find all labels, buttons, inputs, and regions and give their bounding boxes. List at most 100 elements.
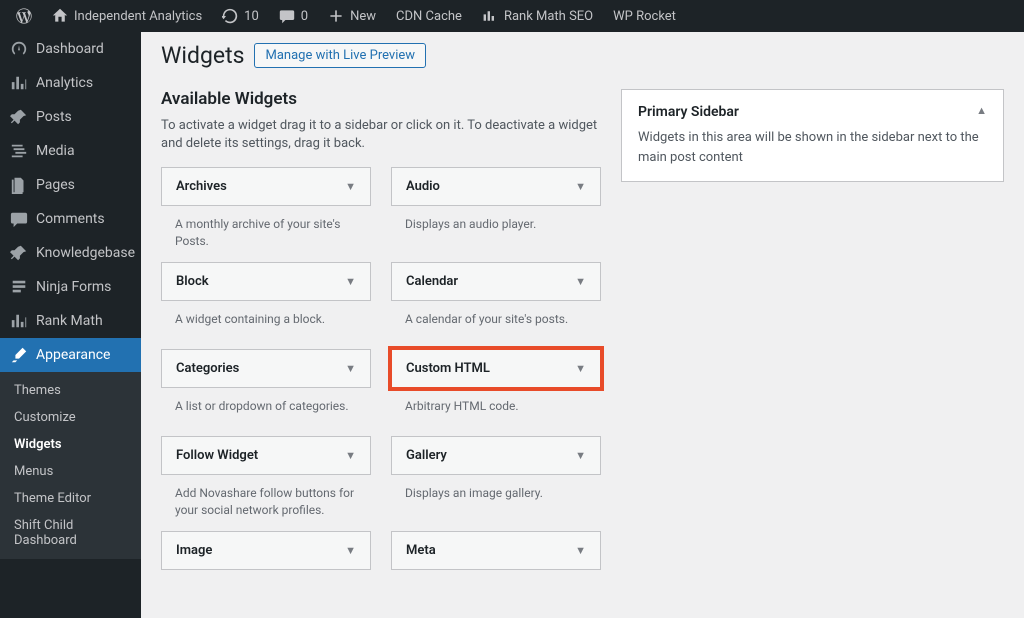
new-label: New [350, 9, 376, 24]
cdn-cache-link[interactable]: CDN Cache [388, 0, 470, 32]
home-icon [52, 8, 68, 24]
admin-toolbar: Independent Analytics 10 0 New CDN Cache… [0, 0, 1024, 32]
widget-image: Image ▼ [161, 531, 371, 610]
pages-icon [10, 176, 28, 194]
comments-link[interactable]: 0 [271, 0, 316, 32]
widget-desc: Add Novashare follow buttons for your so… [161, 475, 371, 523]
plus-icon [328, 8, 344, 24]
widget-meta: Meta▼ [391, 531, 601, 610]
form-icon [10, 278, 28, 296]
widget-head[interactable]: Follow Widget ▼ [161, 436, 371, 475]
widget-gallery: Gallery ▼ Displays an image gallery. [391, 436, 601, 523]
widget-head[interactable]: Gallery ▼ [391, 436, 601, 475]
widget-archives: Archives ▼ A monthly archive of your site'… [161, 167, 371, 254]
widget-desc: A calendar of your site's posts. [391, 301, 601, 341]
menu-pages[interactable]: Pages [0, 168, 141, 202]
wp-logo[interactable] [8, 0, 40, 32]
collapse-caret-icon[interactable]: ▲ [976, 104, 987, 117]
widget-title: Archives [176, 179, 227, 194]
widget-title: Follow Widget [176, 448, 258, 463]
admin-sidebar: Dashboard Analytics Posts Media Pages Co… [0, 32, 141, 618]
widget-head[interactable]: Block▼ [161, 262, 371, 301]
submenu-widgets[interactable]: Widgets [0, 431, 141, 458]
comment-icon [10, 210, 28, 228]
widget-desc: A widget containing a block. [161, 301, 371, 341]
chevron-down-icon: ▼ [575, 449, 586, 462]
widget-title: Block [176, 274, 209, 289]
comments-count: 0 [301, 9, 308, 24]
new-content-link[interactable]: New [320, 0, 384, 32]
widget-head[interactable]: Archives ▼ [161, 167, 371, 206]
pin-icon [10, 244, 28, 262]
chart-icon [482, 8, 498, 24]
submenu-shift-child[interactable]: Shift Child Dashboard [0, 512, 141, 554]
widget-head[interactable]: Meta▼ [391, 531, 601, 570]
menu-analytics[interactable]: Analytics [0, 66, 141, 100]
chevron-down-icon: ▼ [575, 275, 586, 288]
chevron-down-icon: ▼ [345, 362, 356, 375]
widget-audio: Audio ▼ Displays an audio player. [391, 167, 601, 254]
widget-desc: A monthly archive of your site's Posts. [161, 206, 371, 254]
dashboard-icon [10, 40, 28, 58]
appearance-submenu: Themes Customize Widgets Menus Theme Edi… [0, 372, 141, 559]
wprocket-link[interactable]: WP Rocket [605, 0, 684, 32]
submenu-customize[interactable]: Customize [0, 404, 141, 431]
menu-media[interactable]: Media [0, 134, 141, 168]
brush-icon [10, 346, 28, 364]
widget-title: Gallery [406, 448, 447, 463]
widget-block: Block▼A widget containing a block. [161, 262, 371, 341]
page-title: Widgets [161, 42, 244, 69]
site-name-link[interactable]: Independent Analytics [44, 0, 210, 32]
widget-desc [161, 570, 371, 610]
chart-icon [10, 74, 28, 92]
chevron-down-icon: ▼ [575, 362, 586, 375]
chevron-down-icon: ▼ [345, 449, 356, 462]
widget-title: Calendar [406, 274, 458, 289]
widget-head[interactable]: Image ▼ [161, 531, 371, 570]
widget-head[interactable]: Audio ▼ [391, 167, 601, 206]
widget-follow-widget: Follow Widget ▼ Add Novashare follow butto… [161, 436, 371, 523]
site-name: Independent Analytics [74, 9, 202, 24]
chevron-down-icon: ▼ [345, 180, 356, 193]
menu-rank-math[interactable]: Rank Math [0, 304, 141, 338]
widget-categories: Categories▼A list or dropdown of categor… [161, 349, 371, 428]
submenu-themes[interactable]: Themes [0, 377, 141, 404]
widget-desc: A list or dropdown of categories. [161, 388, 371, 428]
widget-head[interactable]: Custom HTML ▼ [391, 349, 601, 388]
menu-comments[interactable]: Comments [0, 202, 141, 236]
menu-posts[interactable]: Posts [0, 100, 141, 134]
wordpress-icon [16, 8, 32, 24]
comment-icon [279, 8, 295, 24]
menu-knowledgebase[interactable]: Knowledgebase [0, 236, 141, 270]
widget-head[interactable]: Categories▼ [161, 349, 371, 388]
manage-live-preview-button[interactable]: Manage with Live Preview [254, 43, 426, 68]
rankmath-link[interactable]: Rank Math SEO [474, 0, 601, 32]
chart-icon [10, 312, 28, 330]
submenu-theme-editor[interactable]: Theme Editor [0, 485, 141, 512]
widget-desc [391, 570, 601, 610]
widget-desc: Displays an image gallery. [391, 475, 601, 515]
menu-ninja-forms[interactable]: Ninja Forms [0, 270, 141, 304]
submenu-menus[interactable]: Menus [0, 458, 141, 485]
pin-icon [10, 108, 28, 126]
widget-title: Image [176, 543, 212, 558]
media-icon [10, 142, 28, 160]
menu-appearance[interactable]: Appearance [0, 338, 141, 372]
sidebar-area-title: Primary Sidebar [638, 104, 739, 120]
chevron-down-icon: ▼ [345, 544, 356, 557]
chevron-down-icon: ▼ [575, 180, 586, 193]
widget-head[interactable]: Calendar ▼ [391, 262, 601, 301]
available-widgets-heading: Available Widgets [161, 89, 601, 109]
sidebar-area-desc: Widgets in this area will be shown in th… [638, 128, 987, 167]
refresh-icon [222, 8, 238, 24]
widget-title: Custom HTML [406, 361, 490, 376]
widget-calendar: Calendar ▼ A calendar of your site's posts… [391, 262, 601, 341]
widget-desc: Arbitrary HTML code. [391, 388, 601, 428]
updates-count: 10 [244, 9, 259, 24]
widget-title: Meta [406, 543, 436, 558]
widget-title: Audio [406, 179, 440, 194]
menu-dashboard[interactable]: Dashboard [0, 32, 141, 66]
primary-sidebar-area[interactable]: Primary Sidebar ▲ Widgets in this area w… [621, 89, 1004, 182]
updates-link[interactable]: 10 [214, 0, 267, 32]
widget-desc: Displays an audio player. [391, 206, 601, 246]
